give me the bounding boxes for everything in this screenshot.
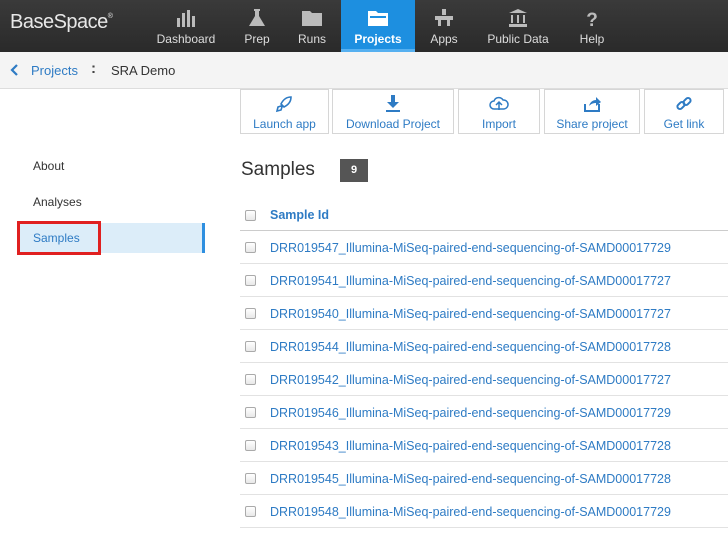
- samples-table: Sample Id DRR019547_Illumina-MiSeq-paire…: [240, 200, 728, 528]
- bar-chart-icon: [177, 10, 195, 27]
- nav-label: Prep: [244, 32, 270, 46]
- row-checkbox[interactable]: [245, 374, 256, 385]
- table-row: DRR019542_Illumina-MiSeq-paired-end-sequ…: [240, 363, 728, 396]
- page-title: Samples: [241, 159, 315, 180]
- highlight-box: [17, 221, 101, 255]
- sidebar-item-label: Analyses: [33, 195, 82, 209]
- nav-apps[interactable]: Apps: [420, 0, 468, 52]
- button-label: Import: [481, 117, 516, 131]
- sample-link[interactable]: DRR019544_Illumina-MiSeq-paired-end-sequ…: [270, 340, 671, 354]
- table-row: DRR019547_Illumina-MiSeq-paired-end-sequ…: [240, 231, 728, 264]
- sample-link[interactable]: DRR019542_Illumina-MiSeq-paired-end-sequ…: [270, 373, 671, 387]
- sample-link[interactable]: DRR019547_Illumina-MiSeq-paired-end-sequ…: [270, 241, 671, 255]
- nav-label: Dashboard: [156, 32, 216, 46]
- row-checkbox[interactable]: [245, 473, 256, 484]
- rocket-icon: [275, 96, 292, 113]
- table-row: DRR019543_Illumina-MiSeq-paired-end-sequ…: [240, 429, 728, 462]
- nav-label: Projects: [354, 32, 402, 46]
- button-label: Share project: [556, 117, 628, 131]
- row-checkbox[interactable]: [245, 407, 256, 418]
- cloud-upload-icon: [489, 96, 509, 110]
- nav-label: Help: [579, 32, 605, 46]
- apps-icon: [435, 9, 453, 26]
- table-row: DRR019548_Illumina-MiSeq-paired-end-sequ…: [240, 495, 728, 528]
- logo-text: BaseSpace: [10, 11, 108, 33]
- chevron-left-icon[interactable]: [10, 63, 20, 77]
- nav-prep[interactable]: Prep: [232, 0, 282, 52]
- button-label: Launch app: [253, 117, 316, 131]
- download-project-button[interactable]: Download Project: [332, 89, 454, 134]
- get-link-button[interactable]: Get link: [644, 89, 724, 134]
- table-row: DRR019540_Illumina-MiSeq-paired-end-sequ…: [240, 297, 728, 330]
- bank-icon: [509, 9, 527, 27]
- import-button[interactable]: Import: [458, 89, 540, 134]
- column-header-sample-id[interactable]: Sample Id: [270, 208, 329, 222]
- breadcrumb: Projects : SRA Demo: [0, 52, 728, 89]
- sample-link[interactable]: DRR019548_Illumina-MiSeq-paired-end-sequ…: [270, 505, 671, 519]
- share-project-button[interactable]: Share project: [544, 89, 640, 134]
- folder-icon: [302, 11, 322, 26]
- nav-help[interactable]: ? Help: [568, 0, 616, 52]
- share-icon: [584, 97, 601, 112]
- basespace-logo[interactable]: BaseSpace®: [10, 11, 113, 34]
- row-checkbox[interactable]: [245, 440, 256, 451]
- link-icon: [676, 96, 692, 111]
- row-checkbox[interactable]: [245, 308, 256, 319]
- table-row: DRR019545_Illumina-MiSeq-paired-end-sequ…: [240, 462, 728, 495]
- open-folder-icon: [368, 11, 388, 26]
- row-checkbox[interactable]: [245, 341, 256, 352]
- top-nav-bar: BaseSpace® Dashboard Prep Runs Projects …: [0, 0, 728, 52]
- row-checkbox[interactable]: [245, 506, 256, 517]
- nav-label: Runs: [297, 32, 326, 46]
- nav-label: Apps: [430, 32, 458, 46]
- nav-projects[interactable]: Projects: [341, 0, 415, 52]
- table-row: DRR019546_Illumina-MiSeq-paired-end-sequ…: [240, 396, 728, 429]
- sample-link[interactable]: DRR019543_Illumina-MiSeq-paired-end-sequ…: [270, 439, 671, 453]
- sidebar-item-label: About: [33, 159, 65, 173]
- sample-count-badge: 9: [340, 159, 368, 182]
- breadcrumb-separator: :: [91, 60, 96, 77]
- svg-text:?: ?: [586, 10, 598, 28]
- row-checkbox[interactable]: [245, 242, 256, 253]
- launch-app-button[interactable]: Launch app: [240, 89, 329, 134]
- button-label: Get link: [663, 117, 705, 131]
- nav-dashboard[interactable]: Dashboard: [150, 0, 222, 52]
- table-row: DRR019541_Illumina-MiSeq-paired-end-sequ…: [240, 264, 728, 297]
- sample-link[interactable]: DRR019546_Illumina-MiSeq-paired-end-sequ…: [270, 406, 671, 420]
- breadcrumb-current: SRA Demo: [111, 63, 176, 78]
- nav-label: Public Data: [487, 32, 549, 46]
- sample-link[interactable]: DRR019540_Illumina-MiSeq-paired-end-sequ…: [270, 307, 671, 321]
- table-header-row: Sample Id: [240, 200, 728, 231]
- button-label: Download Project: [345, 117, 441, 131]
- nav-public-data[interactable]: Public Data: [480, 0, 556, 52]
- select-all-checkbox[interactable]: [245, 210, 256, 221]
- table-row: DRR019544_Illumina-MiSeq-paired-end-sequ…: [240, 330, 728, 363]
- sidebar-item-analyses[interactable]: Analyses: [18, 187, 205, 217]
- sidebar-item-about[interactable]: About: [18, 151, 205, 181]
- registered-mark: ®: [107, 13, 113, 20]
- sample-link[interactable]: DRR019541_Illumina-MiSeq-paired-end-sequ…: [270, 274, 671, 288]
- download-icon: [386, 95, 400, 112]
- breadcrumb-projects-link[interactable]: Projects: [31, 63, 78, 78]
- flask-icon: [249, 9, 265, 26]
- sample-link[interactable]: DRR019545_Illumina-MiSeq-paired-end-sequ…: [270, 472, 671, 486]
- question-icon: ?: [586, 10, 598, 28]
- nav-runs[interactable]: Runs: [288, 0, 336, 52]
- row-checkbox[interactable]: [245, 275, 256, 286]
